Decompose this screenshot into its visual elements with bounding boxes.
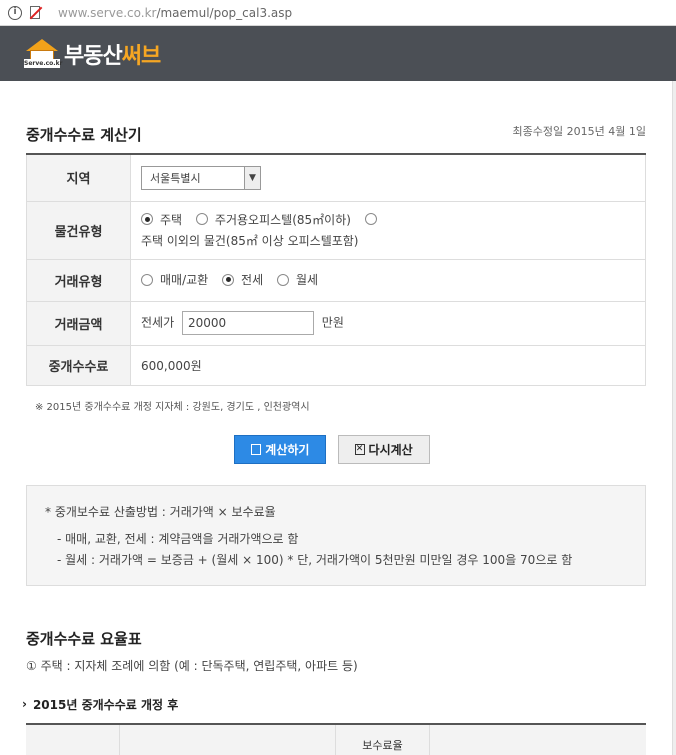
scrollbar[interactable]	[672, 81, 676, 755]
deal-type-label: 거래유형	[26, 259, 131, 302]
calculator-form: 지역 서울특별시 ▼ 물건유형 주택 주거용오피스텔(85㎡이하) 주택 이외의…	[26, 155, 646, 386]
info-line-1: - 매매, 교환, 전세 : 계약금액을 거래가액으로 함	[57, 531, 299, 546]
chevron-right-icon: ›	[22, 697, 27, 711]
fee-result: 600,000원	[130, 345, 646, 386]
rate-table-note: ① 주택 : 지자체 조례에 의함 (예 : 단독주택, 연립주택, 아파트 등…	[26, 658, 358, 673]
amount-label: 거래금액	[26, 301, 131, 346]
site-logo[interactable]: Serve.co.kr 부동산써브	[24, 38, 161, 70]
amount-prefix: 전세가	[141, 315, 175, 330]
logo-text: 부동산써브	[64, 43, 161, 69]
radio-other-label: 주택 이외의 물건(85㎡ 이상 오피스텔포함)	[141, 234, 359, 249]
radio-officetel[interactable]: 주거용오피스텔(85㎡이하)	[195, 211, 351, 228]
rate-table: 보수료율	[26, 722, 646, 755]
radio-other[interactable]	[364, 213, 384, 226]
radio-jeonse[interactable]: 전세	[222, 271, 263, 288]
house-logo-icon: Serve.co.kr	[24, 38, 63, 69]
property-type-label: 물건유형	[26, 201, 131, 260]
rate-table-title: 중개수수료 요율표	[26, 629, 142, 648]
info-icon[interactable]: i	[8, 5, 22, 20]
info-line-2: - 월세 : 거래가액 = 보증금 + (월세 × 100) * 단, 거래가액…	[57, 552, 573, 567]
region-label: 지역	[26, 155, 131, 202]
dropdown-arrow-icon[interactable]: ▼	[244, 166, 260, 189]
fee-label: 중개수수료	[26, 345, 131, 386]
region-select[interactable]: 서울특별시 ▼	[141, 165, 261, 190]
radio-sale[interactable]: 매매/교환	[141, 271, 208, 288]
page-title: 중개수수료 계산기	[26, 126, 142, 144]
radio-house[interactable]: 주택	[141, 211, 182, 228]
rate-column-header: 보수료율	[336, 724, 430, 755]
calculation-info: * 중개보수료 산출방법 : 거래가액 × 보수료율 - 매매, 교환, 전세 …	[26, 484, 646, 586]
close-icon: ✕	[354, 443, 365, 455]
url-text[interactable]: www.serve.co.kr/maemul/pop_cal3.asp	[58, 6, 292, 20]
address-bar[interactable]: i www.serve.co.kr/maemul/pop_cal3.asp	[0, 0, 676, 26]
info-main: * 중개보수료 산출방법 : 거래가액 × 보수료율	[45, 504, 276, 519]
calculator-icon	[251, 443, 262, 455]
amount-input[interactable]: 20000	[181, 311, 314, 335]
calculate-button[interactable]: 계산하기	[234, 434, 327, 464]
revision-note: ※ 2015년 중개수수료 개정 지자체 : 강원도, 경기도 , 인천광역시	[35, 401, 310, 413]
last-updated: 최종수정일 2015년 4월 1일	[512, 125, 646, 138]
blocked-content-icon[interactable]	[28, 5, 44, 20]
reset-button[interactable]: ✕ 다시계산	[337, 434, 430, 464]
radio-monthly[interactable]: 월세	[276, 271, 318, 288]
site-header: Serve.co.kr 부동산써브	[0, 26, 676, 81]
amount-unit: 만원	[321, 315, 344, 330]
rate-subtitle: › 2015년 중개수수료 개정 후	[22, 697, 179, 712]
